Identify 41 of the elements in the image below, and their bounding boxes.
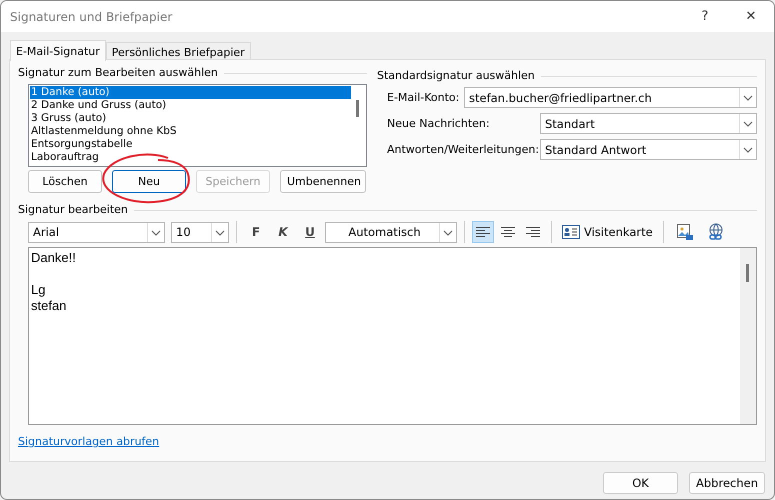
group-label: Standardsignatur auswählen	[377, 69, 535, 82]
align-button[interactable]	[472, 221, 494, 243]
dialog-button[interactable]: OK	[603, 472, 678, 494]
tab[interactable]: E-Mail-Signatur	[10, 40, 106, 61]
align-right-icon	[525, 226, 541, 238]
format-button[interactable]: U	[298, 221, 322, 243]
signature-text: Danke!! Lg stefan	[31, 250, 77, 314]
window-title: Signaturen und Briefpapier	[9, 10, 174, 24]
help-button[interactable]: ?	[682, 1, 728, 32]
dropdown[interactable]: stefan.bucher@friedlipartner.ch	[464, 87, 757, 108]
field-label: Antworten/Weiterleitungen:	[387, 143, 540, 156]
list-item[interactable]: 1 Danke (auto)	[30, 86, 351, 99]
list-item[interactable]: Entsorgungstabelle	[30, 138, 351, 151]
format-button[interactable]: F	[244, 221, 268, 243]
group-label: Signatur zum Bearbeiten auswählen	[18, 66, 218, 79]
field-label: E-Mail-Konto:	[387, 91, 460, 104]
align-left-icon	[475, 226, 491, 238]
contact-card-icon	[562, 225, 580, 239]
dialog-button[interactable]: Abbrechen	[689, 472, 765, 494]
close-button[interactable]: ✕	[728, 1, 774, 32]
group-label: Signatur bearbeiten	[18, 203, 128, 216]
button[interactable]: Neu	[112, 170, 186, 193]
business-card-button[interactable]: Visitenkarte	[559, 221, 656, 243]
picture-icon[interactable]	[674, 222, 695, 242]
list-item[interactable]: 3 Gruss (auto)	[30, 112, 351, 125]
dropdown[interactable]: Standart	[540, 113, 757, 134]
color-dropdown[interactable]: Automatisch	[325, 222, 457, 242]
size-dropdown[interactable]: 10	[171, 222, 229, 242]
font-dropdown[interactable]: Arial	[28, 222, 165, 242]
align-center-icon	[500, 226, 516, 238]
list-item[interactable]: Altlastenmeldung ohne KbS	[30, 125, 351, 138]
field-label: Neue Nachrichten:	[387, 117, 491, 130]
button[interactable]: Löschen	[28, 170, 102, 193]
format-button[interactable]: K	[271, 221, 295, 243]
button[interactable]: Umbenennen	[280, 170, 366, 193]
dropdown[interactable]: Standard Antwort	[540, 139, 757, 160]
list-item[interactable]: Laborauftrag	[30, 151, 351, 164]
templates-link[interactable]: Signaturvorlagen abrufen	[18, 435, 160, 448]
scrollbar[interactable]	[740, 248, 756, 424]
signature-editor[interactable]: Danke!! Lg stefan	[28, 247, 757, 425]
list-item[interactable]: 2 Danke und Gruss (auto)	[30, 99, 351, 112]
